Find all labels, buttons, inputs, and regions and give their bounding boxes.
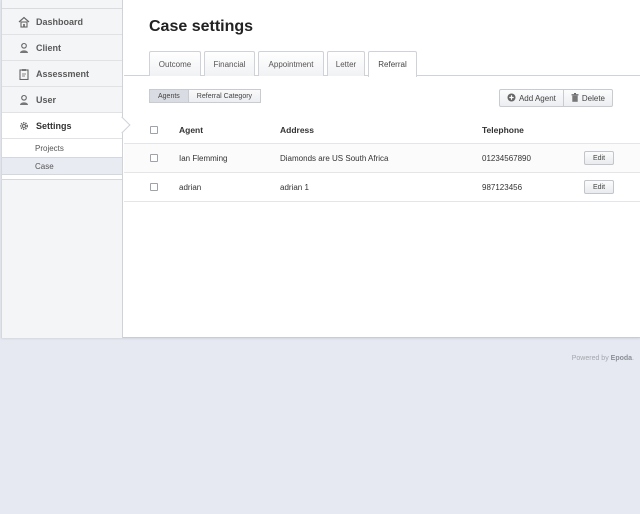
action-buttons: Add Agent Delete [498,89,613,107]
footer-credit: Powered by Epoda. [572,355,634,362]
agents-table: Agent Address Telephone Ian Flemming Dia… [124,116,640,202]
table-row[interactable]: adrian adrian 1 987123456 Edit [124,173,640,202]
settings-submenu: Projects Case [2,139,122,180]
footer-brand-link[interactable]: Epoda [611,355,632,362]
edit-button[interactable]: Edit [584,151,615,165]
sidebar-subitem-case[interactable]: Case [2,157,122,175]
column-header-agent[interactable]: Agent [179,116,203,143]
sidebar-item-label: User [36,94,57,105]
delete-label: Delete [581,93,605,103]
subtab-referral-category[interactable]: Referral Category [188,89,262,103]
sidebar: Dashboard Client Assessment User Setting [1,0,123,338]
column-header-address[interactable]: Address [280,116,314,143]
app-window: Dashboard Client Assessment User Setting [1,0,640,338]
edit-button[interactable]: Edit [584,180,615,194]
add-agent-button[interactable]: Add Agent [498,89,564,107]
gear-icon [18,120,30,132]
column-header-telephone[interactable]: Telephone [482,116,524,143]
agent-cell: adrian [179,182,202,192]
main-content: Case settings Outcome Financial Appointm… [124,0,640,338]
sidebar-top-strip [2,0,122,9]
telephone-cell: 987123456 [482,182,523,192]
footer-suffix: . [632,355,634,362]
address-cell: adrian 1 [280,182,309,192]
agent-cell: Ian Flemming [179,153,228,163]
sidebar-item-client[interactable]: Client [2,35,122,61]
home-icon [18,16,30,28]
tab-appointment[interactable]: Appointment [258,51,324,76]
tab-referral[interactable]: Referral [368,51,417,77]
sidebar-item-settings[interactable]: Settings [2,113,122,139]
tab-letter[interactable]: Letter [327,51,365,76]
tab-outcome[interactable]: Outcome [149,51,201,76]
person-icon [18,42,30,54]
sidebar-item-dashboard[interactable]: Dashboard [2,9,122,35]
sidebar-item-label: Assessment [36,68,90,79]
row-checkbox[interactable] [150,183,158,191]
tab-financial[interactable]: Financial [204,51,255,76]
table-header-row: Agent Address Telephone [124,116,640,144]
footer-prefix: Powered by [571,355,609,362]
select-all-checkbox[interactable] [150,125,158,134]
tab-bar: Outcome Financial Appointment Letter Ref… [124,51,640,77]
sidebar-item-assessment[interactable]: Assessment [2,61,122,87]
trash-icon [571,92,579,104]
subtab-group: Agents Referral Category [149,89,262,103]
subtab-agents[interactable]: Agents [149,89,189,103]
page-title: Case settings [149,18,254,35]
address-cell: Diamonds are US South Africa [280,153,389,163]
sidebar-item-label: Settings [36,120,72,131]
sidebar-item-label: Client [36,42,62,53]
sidebar-item-label: Dashboard [36,16,84,27]
telephone-cell: 01234567890 [482,153,531,163]
sidebar-item-user[interactable]: User [2,87,122,113]
clipboard-icon [18,68,30,80]
row-checkbox[interactable] [150,154,158,162]
sidebar-subitem-projects[interactable]: Projects [2,139,122,157]
add-circle-icon [507,93,516,104]
person-icon [18,94,30,106]
delete-button[interactable]: Delete [563,89,613,107]
add-agent-label: Add Agent [518,93,556,103]
table-row[interactable]: Ian Flemming Diamonds are US South Afric… [124,144,640,173]
